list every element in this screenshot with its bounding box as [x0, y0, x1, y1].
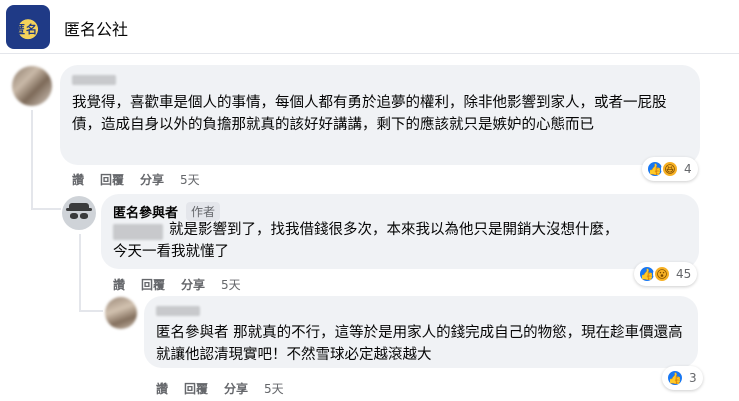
comment-bubble: 匿名參與者 作者 就是影響到了，找我借錢很多次，本來我以為他只是開銷大沒想什麼，… — [101, 194, 699, 269]
reply-button[interactable]: 回覆 — [100, 171, 124, 188]
like-button[interactable]: 讚 — [113, 276, 125, 293]
commenter-name-redacted[interactable] — [72, 75, 116, 85]
comment-actions: 讚 回覆 分享 5天 — [113, 276, 257, 293]
reaction-summary[interactable]: 👍 3 — [662, 366, 703, 390]
share-button[interactable]: 分享 — [140, 171, 164, 188]
comment-actions: 讚 回覆 分享 5天 — [156, 380, 300, 397]
reaction-summary[interactable]: 👍 😆 4 — [642, 157, 698, 181]
comment-text-line1: 就是影響到了，找我借錢很多次，本來我以為他只是開銷大沒想什麼， — [169, 222, 619, 238]
reaction-count: 45 — [676, 267, 692, 281]
like-button[interactable]: 讚 — [72, 171, 84, 188]
comment-timestamp[interactable]: 5天 — [264, 380, 284, 397]
group-name[interactable]: 匿名公社 — [64, 16, 128, 40]
logo-text: 匿名 — [14, 23, 38, 36]
group-logo[interactable]: 匿名 — [6, 5, 50, 49]
thread-line — [31, 208, 61, 210]
like-reaction-icon: 👍 — [666, 369, 684, 387]
thread-line — [79, 234, 81, 312]
comment-text: 匿名參與者 那就真的不行，這等於是用家人的錢完成自己的物慾，現在趁車價還高就讓他… — [156, 325, 683, 363]
group-header: 匿名 匿名公社 — [0, 0, 739, 54]
commenter-name-redacted[interactable] — [156, 306, 200, 316]
reaction-count: 4 — [684, 162, 692, 176]
thread-line — [31, 110, 33, 210]
haha-reaction-icon: 😆 — [661, 160, 679, 178]
glasses-icon — [80, 213, 88, 219]
reply-button[interactable]: 回覆 — [141, 276, 165, 293]
thread-line — [79, 310, 103, 312]
comment-actions: 讚 回覆 分享 5天 — [72, 171, 216, 188]
comment-timestamp[interactable]: 5天 — [221, 276, 241, 293]
mention-redacted[interactable] — [113, 224, 163, 240]
comment-timestamp[interactable]: 5天 — [180, 171, 200, 188]
comment-text-line2: 今天一看我就懂了 — [113, 244, 229, 260]
share-button[interactable]: 分享 — [181, 276, 205, 293]
glasses-icon — [70, 213, 78, 219]
comment-text: 我覺得，喜歡車是個人的事情，每個人都有勇於追夢的權利，除非他影響到家人，或者一屁… — [72, 95, 667, 133]
comment-bubble: 我覺得，喜歡車是個人的事情，每個人都有勇於追夢的權利，除非他影響到家人，或者一屁… — [60, 65, 700, 165]
wow-reaction-icon: 😮 — [653, 265, 671, 283]
reaction-count: 3 — [689, 371, 697, 385]
anonymous-avatar[interactable] — [62, 196, 96, 230]
hat-brim — [66, 208, 92, 211]
reaction-summary[interactable]: 👍 😮 45 — [634, 262, 698, 286]
comment-bubble: 匿名參與者 那就真的不行，這等於是用家人的錢完成自己的物慾，現在趁車價還高就讓他… — [144, 296, 698, 368]
reply-button[interactable]: 回覆 — [184, 380, 208, 397]
share-button[interactable]: 分享 — [224, 380, 248, 397]
commenter-avatar[interactable] — [12, 66, 52, 106]
commenter-avatar[interactable] — [105, 297, 137, 329]
like-button[interactable]: 讚 — [156, 380, 168, 397]
